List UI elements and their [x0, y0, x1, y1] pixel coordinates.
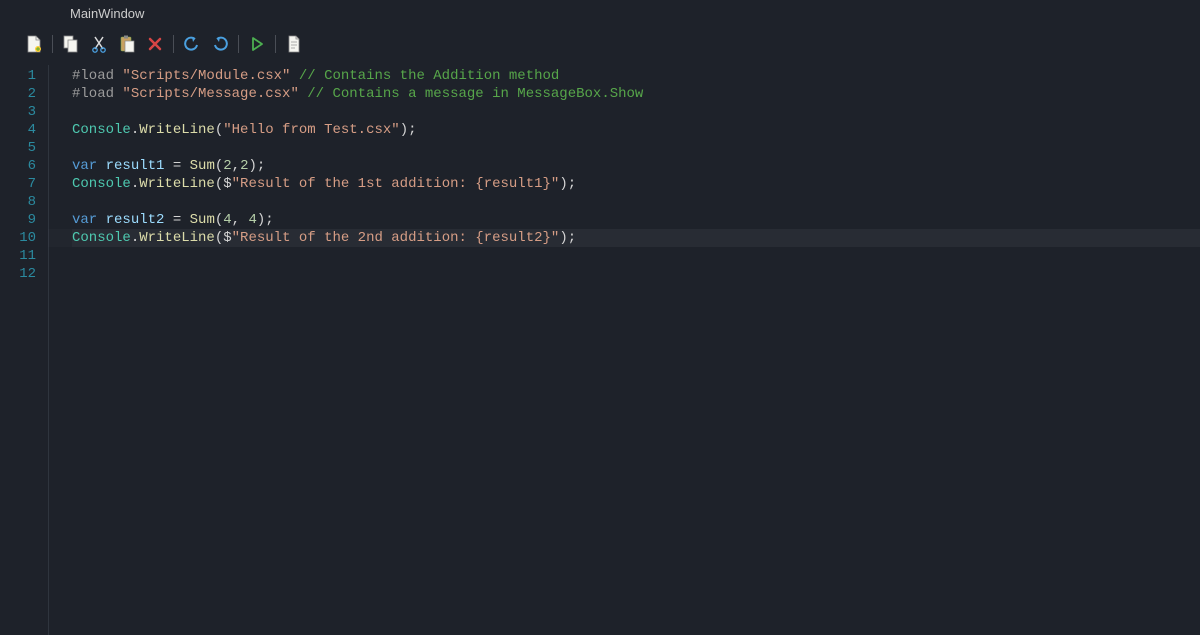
redo-button[interactable] [206, 33, 234, 55]
paste-button[interactable] [113, 33, 141, 55]
line-number: 5 [0, 139, 36, 157]
line-number: 10 [0, 229, 36, 247]
line-number: 12 [0, 265, 36, 283]
cut-icon [91, 35, 107, 53]
code-line[interactable] [72, 193, 1200, 211]
line-number: 8 [0, 193, 36, 211]
new-file-button[interactable] [20, 33, 48, 55]
code-line[interactable]: Console.WriteLine($"Result of the 2nd ad… [72, 229, 1200, 247]
code-line[interactable] [72, 247, 1200, 265]
undo-icon [184, 35, 200, 53]
run-button[interactable] [243, 33, 271, 55]
toolbar-separator [52, 35, 53, 53]
code-line[interactable]: #load "Scripts/Message.csx" // Contains … [72, 85, 1200, 103]
line-number: 4 [0, 121, 36, 139]
paste-icon [119, 35, 135, 53]
code-line[interactable]: Console.WriteLine("Hello from Test.csx")… [72, 121, 1200, 139]
code-line[interactable] [72, 265, 1200, 283]
code-line[interactable]: var result2 = Sum(4, 4); [72, 211, 1200, 229]
copy-icon [63, 35, 79, 53]
line-number: 1 [0, 67, 36, 85]
line-number: 3 [0, 103, 36, 121]
new-file-icon [26, 35, 42, 53]
document-button[interactable] [280, 33, 308, 55]
code-line[interactable]: var result1 = Sum(2,2); [72, 157, 1200, 175]
code-line[interactable]: Console.WriteLine($"Result of the 1st ad… [72, 175, 1200, 193]
cut-button[interactable] [85, 33, 113, 55]
run-icon [249, 35, 265, 53]
line-number-gutter: 1 2 3 4 5 6 7 8 9 10 11 12 [0, 65, 48, 635]
redo-icon [212, 35, 228, 53]
code-line[interactable] [72, 103, 1200, 121]
document-icon [286, 35, 302, 53]
code-line[interactable] [72, 139, 1200, 157]
code-line[interactable]: #load "Scripts/Module.csx" // Contains t… [72, 67, 1200, 85]
line-number: 11 [0, 247, 36, 265]
toolbar-separator [238, 35, 239, 53]
toolbar [0, 27, 1200, 65]
delete-button[interactable] [141, 33, 169, 55]
fold-guide [48, 65, 49, 635]
line-number: 9 [0, 211, 36, 229]
undo-button[interactable] [178, 33, 206, 55]
code-editor[interactable]: 1 2 3 4 5 6 7 8 9 10 11 12 #load "Script… [0, 65, 1200, 635]
delete-icon [147, 35, 163, 53]
toolbar-separator [173, 35, 174, 53]
toolbar-separator [275, 35, 276, 53]
code-area[interactable]: #load "Scripts/Module.csx" // Contains t… [48, 65, 1200, 635]
copy-button[interactable] [57, 33, 85, 55]
line-number: 2 [0, 85, 36, 103]
line-number: 7 [0, 175, 36, 193]
window-title: MainWindow [0, 0, 1200, 27]
line-number: 6 [0, 157, 36, 175]
